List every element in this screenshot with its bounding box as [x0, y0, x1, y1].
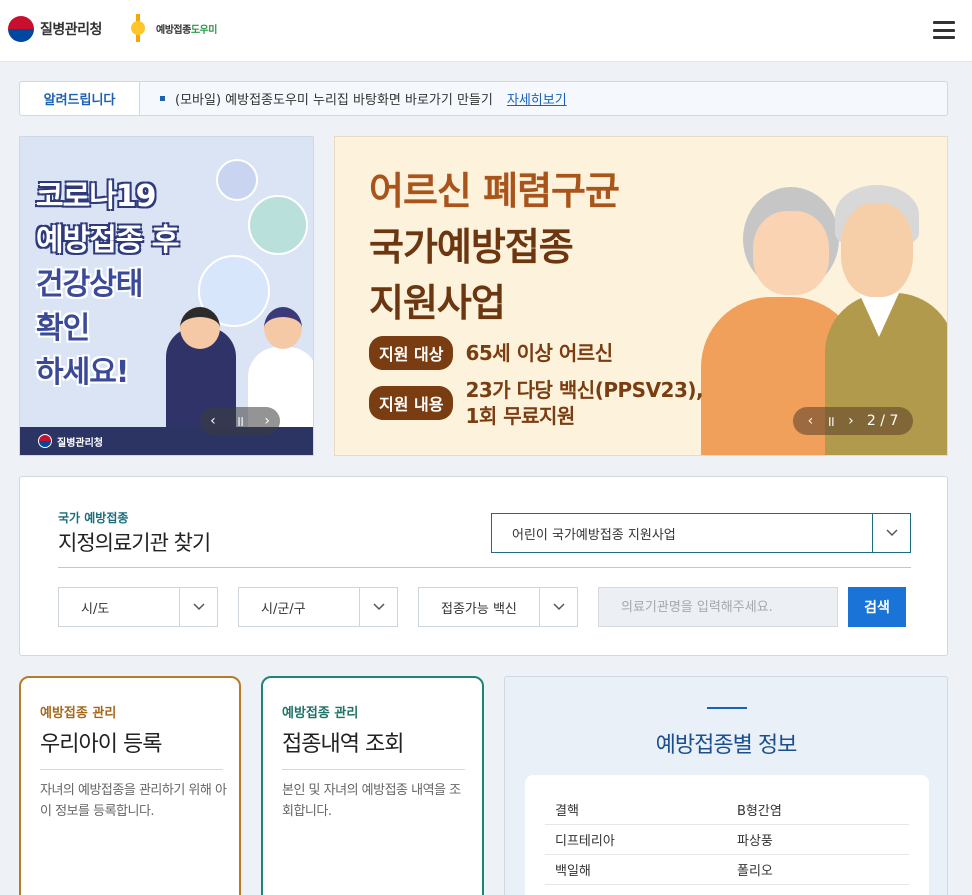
covid-banner[interactable]: 코로나19 예방접종 후 건강상태 확인 하세요! 질병관리청 ‹ ॥ › [19, 136, 314, 456]
register-child-card[interactable]: 예방접종 관리 우리아이 등록 자녀의 예방접종을 관리하기 위해 아이 정보를… [19, 676, 241, 895]
card-title: 접종내역 조회 [282, 732, 404, 757]
search-button[interactable]: 검색 [848, 587, 906, 627]
sido-select[interactable]: 시/도 [58, 587, 218, 627]
pneumococcal-banner-title: 어르신 폐렴구균 국가예방접종 지원사업 [369, 169, 620, 325]
pause-icon[interactable]: ॥ [826, 412, 834, 431]
chevron-down-icon [539, 588, 577, 626]
vaccine-link[interactable]: 결핵 [545, 800, 727, 819]
right-banner-controls: ‹ ॥ › 2 / 7 [793, 407, 913, 435]
vaccination-history-card[interactable]: 예방접종 관리 접종내역 조회 본인 및 자녀의 예방접종 내역을 조회합니다. [261, 676, 484, 895]
hamburger-menu-icon[interactable] [933, 21, 955, 39]
clinic-name-input[interactable] [598, 587, 838, 627]
vaccine-info-title: 예방접종별 정보 [655, 733, 798, 758]
divider [282, 769, 465, 770]
vaccine-link[interactable]: 파상풍 [727, 830, 909, 849]
program-select[interactable]: 어린이 국가예방접종 지원사업 [491, 513, 911, 553]
service-name: 예방접종도우미 [156, 24, 217, 36]
chevron-down-icon [359, 588, 397, 626]
vaccine-info-panel: 예방접종별 정보 결핵 B형간염 디프테리아 파상풍 백일해 폴리오 [504, 676, 948, 895]
bullet-icon [160, 96, 165, 101]
divider [58, 567, 911, 568]
taeguk-icon [8, 16, 34, 42]
list-item: 결핵 B형간염 [545, 795, 909, 825]
list-item: 백일해 폴리오 [545, 855, 909, 885]
slide-counter: 2 / 7 [866, 413, 899, 429]
notice-text[interactable]: (모바일) 예방접종도우미 누리집 바탕화면 바로가기 만들기 [175, 89, 493, 108]
vaccine-link[interactable]: B형간염 [727, 800, 909, 819]
covid-banner-title: 코로나19 예방접종 후 건강상태 확인 하세요! [36, 179, 179, 390]
search-subtitle: 국가 예방접종 [58, 511, 129, 525]
card-title: 우리아이 등록 [40, 732, 162, 757]
vaccine-select[interactable]: 접종가능 백신 [418, 587, 578, 627]
notice-bar: 알려드립니다 (모바일) 예방접종도우미 누리집 바탕화면 바로가기 만들기 자… [19, 81, 948, 116]
clinic-search-panel: 국가 예방접종 지정의료기관 찾기 어린이 국가예방접종 지원사업 시/도 시/… [19, 476, 948, 656]
support-content-row: 지원 내용 23가 다당 백신(PPSV23), 1회 무료지원 [369, 377, 704, 429]
patient-illustration [216, 159, 258, 201]
agency-name: 질병관리청 [40, 22, 102, 38]
search-title: 지정의료기관 찾기 [58, 531, 211, 555]
nip-logo[interactable]: 예방접종도우미 [124, 14, 217, 42]
vaccine-link[interactable]: 디프테리아 [545, 830, 727, 849]
site-header: 질병관리청 예방접종도우미 [0, 0, 972, 62]
sigungu-select[interactable]: 시/군/구 [238, 587, 398, 627]
thermometer-illustration [248, 195, 308, 255]
support-content-value: 23가 다당 백신(PPSV23), 1회 무료지원 [465, 378, 704, 428]
pneumococcal-banner[interactable]: 어르신 폐렴구균 국가예방접종 지원사업 지원 대상 65세 이상 어르신 지원… [334, 136, 948, 456]
support-target-value: 65세 이상 어르신 [465, 341, 613, 365]
title-accent [707, 707, 747, 709]
support-content-label: 지원 내용 [369, 386, 454, 420]
pause-icon[interactable]: ॥ [236, 412, 244, 431]
support-target-row: 지원 대상 65세 이상 어르신 [369, 336, 613, 370]
divider [40, 769, 223, 770]
next-icon[interactable]: › [848, 413, 854, 429]
card-description: 자녀의 예방접종을 관리하기 위해 아이 정보를 등록합니다. [40, 783, 227, 819]
notice-detail-link[interactable]: 자세히보기 [507, 89, 567, 108]
vaccine-list: 결핵 B형간염 디프테리아 파상풍 백일해 폴리오 [525, 775, 929, 895]
support-target-label: 지원 대상 [369, 336, 454, 370]
sun-icon [124, 14, 152, 42]
prev-icon[interactable]: ‹ [210, 413, 216, 429]
chevron-down-icon [179, 588, 217, 626]
taeguk-icon [38, 434, 52, 448]
vaccine-link[interactable]: 백일해 [545, 860, 727, 879]
program-select-value: 어린이 국가예방접종 지원사업 [512, 527, 676, 543]
card-subtitle: 예방접종 관리 [40, 706, 117, 721]
next-icon[interactable]: › [264, 413, 270, 429]
card-description: 본인 및 자녀의 예방접종 내역을 조회합니다. [282, 783, 461, 819]
list-item: 디프테리아 파상풍 [545, 825, 909, 855]
chevron-down-icon [872, 514, 910, 552]
card-subtitle: 예방접종 관리 [282, 706, 359, 721]
vaccine-link[interactable]: 폴리오 [727, 860, 909, 879]
prev-icon[interactable]: ‹ [808, 413, 814, 429]
notice-label: 알려드립니다 [20, 82, 140, 115]
left-banner-controls: ‹ ॥ › [200, 407, 280, 435]
kdca-logo[interactable]: 질병관리청 [8, 16, 102, 42]
